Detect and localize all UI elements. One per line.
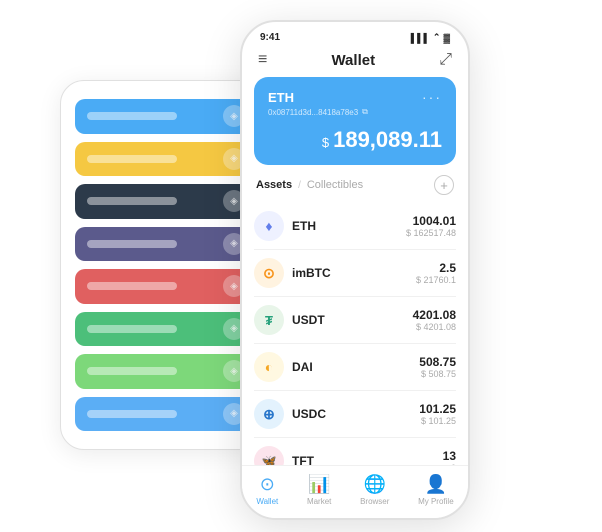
wallet-coin-symbol: ETH (268, 90, 294, 105)
asset-left: ◐ DAI (254, 352, 313, 382)
list-item: 🦋 TFT 13 0 (254, 438, 456, 465)
bottom-nav: ⊙ Wallet 📊 Market 🌐 Browser 👤 My Profile (242, 465, 468, 518)
asset-right: 1004.01 $ 162517.48 (406, 214, 456, 238)
list-item: ⊙ imBTC 2.5 $ 21760.1 (254, 250, 456, 297)
asset-left: ♦ ETH (254, 211, 316, 241)
tab-assets[interactable]: Assets (256, 179, 292, 191)
market-nav-icon: 📊 (308, 474, 330, 495)
wallet-balance: $189,089.11 (268, 127, 442, 153)
card-green: ◈ (75, 312, 255, 347)
profile-nav-icon: 👤 (425, 474, 447, 495)
asset-left: ₮ USDT (254, 305, 325, 335)
browser-nav-label: Browser (360, 497, 389, 506)
status-icons: ▌▌▌ ⌃ ▓ (411, 32, 450, 43)
wallet-options-icon[interactable]: ··· (422, 89, 442, 105)
dai-icon: ◐ (254, 352, 284, 382)
asset-name: USDT (292, 313, 325, 327)
asset-left: 🦋 TFT (254, 446, 314, 465)
page-title: Wallet (331, 52, 375, 69)
asset-list: ♦ ETH 1004.01 $ 162517.48 ⊙ imBTC 2.5 $ … (242, 203, 468, 465)
card-dark: ◈ (75, 184, 255, 219)
left-phone: ◈ ◈ ◈ ◈ ◈ ◈ ◈ ◈ (60, 80, 270, 450)
asset-amount: 4201.08 (413, 308, 456, 322)
card-purple: ◈ (75, 227, 255, 262)
nav-market[interactable]: 📊 Market (307, 474, 331, 506)
wallet-nav-icon: ⊙ (260, 474, 275, 495)
asset-right: 2.5 $ 21760.1 (416, 261, 456, 285)
asset-name: ETH (292, 219, 316, 233)
asset-amount: 508.75 (419, 355, 456, 369)
copy-address-icon[interactable]: ⧉ (362, 107, 368, 117)
balance-amount: 189,089.11 (333, 127, 442, 152)
market-nav-label: Market (307, 497, 331, 506)
eth-icon: ♦ (254, 211, 284, 241)
expand-icon[interactable]: ⤢ (439, 51, 452, 69)
status-time: 9:41 (260, 32, 280, 43)
wallet-card: ETH ··· 0x08711d3d...8418a78e3 ⧉ $189,08… (254, 77, 456, 165)
asset-usd: $ 21760.1 (416, 275, 456, 285)
card-label (87, 112, 177, 120)
tft-icon: 🦋 (254, 446, 284, 465)
asset-name: DAI (292, 360, 313, 374)
asset-left: ⊕ USDC (254, 399, 326, 429)
card-label (87, 282, 177, 290)
card-blue: ◈ (75, 99, 255, 134)
nav-wallet[interactable]: ⊙ Wallet (256, 474, 278, 506)
list-item: ♦ ETH 1004.01 $ 162517.48 (254, 203, 456, 250)
card-label (87, 410, 177, 418)
wallet-nav-label: Wallet (256, 497, 278, 506)
signal-icon: ▌▌▌ (411, 33, 430, 43)
phone-header: ≡ Wallet ⤢ (242, 47, 468, 77)
add-asset-button[interactable]: + (434, 175, 454, 195)
profile-nav-label: My Profile (418, 497, 454, 506)
nav-browser[interactable]: 🌐 Browser (360, 474, 389, 506)
asset-name: USDC (292, 407, 326, 421)
asset-amount: 13 (443, 449, 456, 463)
card-label (87, 155, 177, 163)
asset-right: 508.75 $ 508.75 (419, 355, 456, 379)
card-lgreen: ◈ (75, 354, 255, 389)
card-label (87, 325, 177, 333)
right-phone: 9:41 ▌▌▌ ⌃ ▓ ≡ Wallet ⤢ ETH ··· 0x08711d… (240, 20, 470, 520)
status-bar: 9:41 ▌▌▌ ⌃ ▓ (242, 22, 468, 47)
imbtc-icon: ⊙ (254, 258, 284, 288)
list-item: ⊕ USDC 101.25 $ 101.25 (254, 391, 456, 438)
wifi-icon: ⌃ (433, 32, 441, 43)
asset-name: TFT (292, 454, 314, 465)
card-label (87, 197, 177, 205)
nav-profile[interactable]: 👤 My Profile (418, 474, 454, 506)
asset-amount: 101.25 (419, 402, 456, 416)
usdc-icon: ⊕ (254, 399, 284, 429)
card-lblue: ◈ (75, 397, 255, 432)
usdt-icon: ₮ (254, 305, 284, 335)
list-item: ₮ USDT 4201.08 $ 4201.08 (254, 297, 456, 344)
asset-usd: $ 101.25 (419, 416, 456, 426)
browser-nav-icon: 🌐 (364, 474, 386, 495)
list-item: ◐ DAI 508.75 $ 508.75 (254, 344, 456, 391)
asset-usd: $ 4201.08 (413, 322, 456, 332)
tab-separator: / (298, 180, 301, 191)
asset-name: imBTC (292, 266, 331, 280)
card-yellow: ◈ (75, 142, 255, 177)
asset-right: 13 0 (443, 449, 456, 465)
currency-symbol: $ (322, 135, 329, 150)
card-label (87, 240, 177, 248)
tab-collectibles[interactable]: Collectibles (307, 179, 363, 191)
wallet-address: 0x08711d3d...8418a78e3 ⧉ (268, 107, 442, 117)
card-label (87, 367, 177, 375)
asset-right: 4201.08 $ 4201.08 (413, 308, 456, 332)
asset-amount: 2.5 (416, 261, 456, 275)
assets-tabs: Assets / Collectibles (256, 179, 363, 191)
wallet-card-top: ETH ··· (268, 89, 442, 105)
asset-left: ⊙ imBTC (254, 258, 331, 288)
menu-icon[interactable]: ≡ (258, 51, 267, 69)
battery-icon: ▓ (443, 33, 450, 43)
asset-right: 101.25 $ 101.25 (419, 402, 456, 426)
asset-amount: 1004.01 (406, 214, 456, 228)
card-red: ◈ (75, 269, 255, 304)
assets-header: Assets / Collectibles + (242, 175, 468, 203)
asset-usd: $ 508.75 (419, 369, 456, 379)
asset-usd: $ 162517.48 (406, 228, 456, 238)
